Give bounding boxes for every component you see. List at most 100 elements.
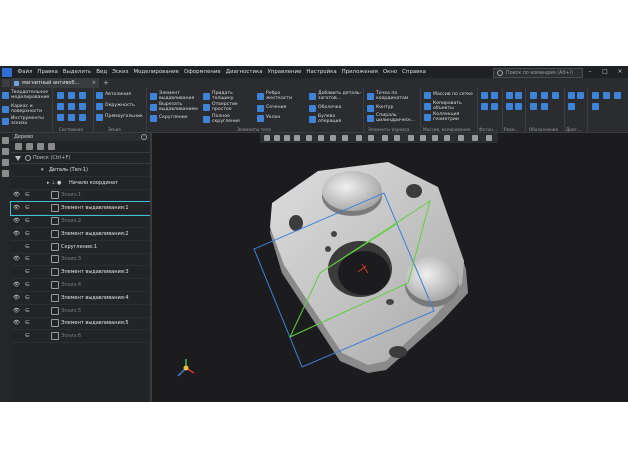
3d-viewport[interactable] — [152, 133, 628, 402]
visibility-eye-icon[interactable]: 👁 — [13, 218, 20, 224]
save-icon[interactable] — [79, 92, 86, 99]
cut-extrude-button[interactable]: Вырезать выдавливанием — [150, 102, 203, 113]
slope-button[interactable]: Уклон — [257, 115, 280, 122]
relation-icon[interactable]: ∈ — [25, 192, 30, 198]
relation-icon[interactable]: ∈ — [25, 333, 30, 339]
tree-row[interactable]: 👁 ∈ Эскиз:5 — [11, 305, 150, 318]
full-round-button[interactable]: Полное скругление — [203, 114, 246, 125]
minimize-button[interactable]: – — [586, 68, 594, 75]
relation-icon[interactable]: ∈ — [25, 256, 30, 262]
tree-search-bar[interactable]: Поиск (Ctrl+F) — [11, 152, 150, 164]
rib-button[interactable]: Ребро жесткости — [257, 91, 298, 102]
close-tab-icon[interactable]: × — [92, 80, 96, 86]
tree-row[interactable]: 👁 ∈ Элемент выдавливания:5 — [11, 318, 150, 331]
app-logo-icon[interactable] — [2, 67, 12, 77]
notation-icon-5[interactable] — [541, 103, 548, 110]
relation-icon[interactable]: ∈ — [25, 320, 30, 326]
tree-row[interactable]: 👁 ∈ Эскиз:2 — [11, 215, 150, 228]
menu-item-6[interactable]: Оформление — [181, 69, 223, 75]
section-button[interactable]: Сечение — [257, 105, 286, 112]
dimension-icon-2[interactable] — [515, 92, 522, 99]
hole-button[interactable]: Отверстие простое — [203, 102, 246, 113]
tree-options-icon[interactable] — [48, 143, 55, 150]
tree-row[interactable]: 👁 ∈ Элемент выдавливания:2 — [11, 228, 150, 241]
menu-item-1[interactable]: Правка — [35, 69, 61, 75]
tree-row[interactable]: ∈ Эскиз:6 — [11, 330, 150, 344]
shell-button[interactable]: Оболочка — [309, 105, 341, 112]
properties-panel-icon[interactable] — [2, 148, 9, 155]
more-icon-2[interactable] — [603, 92, 610, 99]
redo-icon[interactable] — [79, 103, 86, 110]
menu-item-3[interactable]: Вид — [94, 69, 110, 75]
visibility-eye-icon[interactable]: 👁 — [13, 205, 20, 211]
foton-icon-4[interactable] — [491, 103, 498, 110]
tree-view-icon[interactable] — [26, 143, 33, 150]
spiral-button[interactable]: Спираль цилиндрическ... — [367, 113, 418, 124]
fillet-button[interactable]: Скругление — [150, 115, 188, 122]
menu-item-7[interactable]: Диагностика — [223, 69, 265, 75]
rectangle-button[interactable]: Прямоугольник — [96, 114, 143, 121]
dimension-icon-3[interactable] — [506, 103, 513, 110]
copy-icon[interactable] — [79, 114, 86, 121]
diagnostics-icon-3[interactable] — [568, 103, 575, 110]
diagnostics-icon-2[interactable] — [577, 92, 584, 99]
layers-panel-icon[interactable] — [2, 159, 9, 166]
tree-expander[interactable]: ▾ — [41, 167, 44, 173]
more-icon-3[interactable] — [614, 92, 621, 99]
tree-row[interactable]: 👁 ∈ Эскиз:3 — [11, 254, 150, 267]
relation-icon[interactable]: ∈ — [25, 295, 30, 301]
visibility-eye-icon[interactable]: 👁 — [13, 256, 20, 262]
tree-filter-icon[interactable] — [37, 143, 44, 150]
circle-button[interactable]: Окружность — [96, 103, 135, 110]
notation-icon-4[interactable] — [530, 103, 537, 110]
close-window-button[interactable]: × — [616, 68, 624, 75]
foton-icon-3[interactable] — [481, 103, 488, 110]
tree-row[interactable]: ∈ Скругление:1 — [11, 241, 150, 254]
menu-item-8[interactable]: Управление — [265, 69, 304, 75]
relation-icon[interactable]: ∈ — [25, 269, 30, 275]
relation-icon[interactable]: ∈ — [25, 205, 30, 211]
foton-icon-1[interactable] — [481, 92, 488, 99]
contour-button[interactable]: Контур — [367, 105, 393, 112]
notation-icon-3[interactable] — [552, 92, 559, 99]
autoline-button[interactable]: Автолиния — [96, 92, 131, 99]
new-document-icon[interactable] — [57, 92, 64, 99]
print-icon[interactable] — [57, 114, 64, 121]
point-by-coords-button[interactable]: Точка по координатам — [367, 91, 418, 102]
menu-item-11[interactable]: Окно — [380, 69, 399, 75]
foton-icon-2[interactable] — [491, 92, 498, 99]
relation-icon[interactable]: ∈ — [25, 308, 30, 314]
tree-row[interactable]: ▸ ⊥ ● Начало координат — [11, 177, 150, 190]
tree-row[interactable]: 👁 ∈ Элемент выдавливания:4 — [11, 292, 150, 305]
geometry-collection-button[interactable]: Коллекция геометрии — [424, 112, 473, 123]
thicken-button[interactable]: Придать толщину — [203, 91, 246, 102]
visibility-eye-icon[interactable]: 👁 — [13, 282, 20, 288]
tree-structure-icon[interactable] — [15, 143, 22, 150]
visibility-eye-icon[interactable]: 👁 — [13, 320, 20, 326]
menu-item-10[interactable]: Приложения — [339, 69, 380, 75]
part-3d-model[interactable] — [152, 133, 628, 402]
extrude-button[interactable]: Элемент выдавливания — [150, 91, 203, 102]
undo-icon[interactable] — [68, 103, 75, 110]
mode-sketch-tools[interactable]: Инструменты эскиза — [2, 116, 49, 127]
pin-icon[interactable] — [141, 134, 147, 140]
more-icon-1[interactable] — [592, 92, 599, 99]
filter-funnel-icon[interactable] — [15, 155, 21, 161]
relation-icon[interactable]: ∈ — [25, 231, 30, 237]
boolean-button[interactable]: Булева операция — [309, 114, 354, 125]
relation-icon[interactable]: ∈ — [25, 244, 30, 250]
notation-icon-1[interactable] — [530, 92, 537, 99]
diagnostics-icon-1[interactable] — [568, 92, 575, 99]
document-tab[interactable]: магнитный антивоб... × — [11, 78, 99, 88]
dimension-icon-1[interactable] — [506, 92, 513, 99]
menu-item-12[interactable]: Справка — [400, 69, 429, 75]
menu-item-9[interactable]: Настройка — [304, 69, 339, 75]
add-part-button[interactable]: Добавить деталь-заготов... — [309, 91, 362, 102]
menu-item-0[interactable]: Файл — [15, 69, 35, 75]
relation-icon[interactable]: ∈ — [25, 218, 30, 224]
cut-icon[interactable] — [68, 114, 75, 121]
notation-icon-2[interactable] — [541, 92, 548, 99]
command-search-input[interactable]: Поиск по командам (Alt+/) — [493, 68, 583, 78]
mode-surfaces[interactable]: Каркас и поверхности — [2, 104, 49, 115]
menu-item-4[interactable]: Эскиз — [110, 69, 131, 75]
